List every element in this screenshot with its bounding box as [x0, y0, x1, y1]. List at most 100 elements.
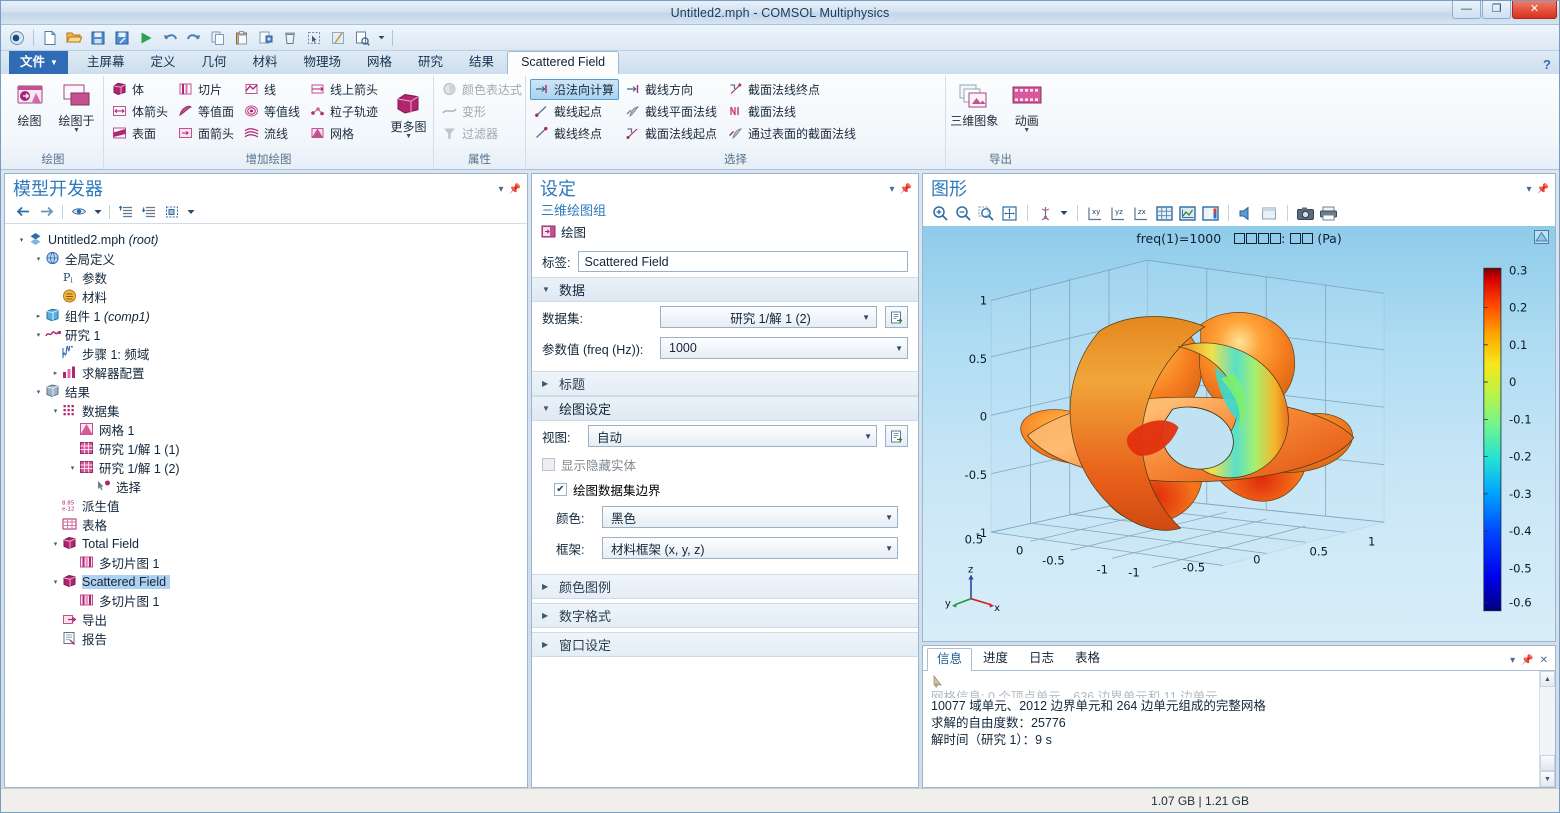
- snapshot-icon[interactable]: [1295, 203, 1316, 224]
- cut-line-start-button[interactable]: 截线起点: [530, 101, 619, 122]
- expand-all-icon[interactable]: [139, 202, 159, 221]
- tab-physics[interactable]: 物理场: [291, 51, 355, 74]
- cut-plane-normal-start-button[interactable]: 截面法线起点: [621, 123, 722, 144]
- tab-study[interactable]: 研究: [405, 51, 456, 74]
- mesh-plot-button[interactable]: 网格: [306, 123, 383, 144]
- tab-definitions[interactable]: 定义: [137, 51, 188, 74]
- panel-menu-icon[interactable]: ▾: [1510, 655, 1515, 666]
- tree-node[interactable]: ▾ 数据集: [9, 401, 527, 420]
- tree-node[interactable]: ▾ 研究 1/解 1 (2): [9, 458, 527, 477]
- panel-menu-icon[interactable]: ▾: [890, 184, 895, 195]
- zoom-box-icon[interactable]: [976, 203, 997, 224]
- tree-node[interactable]: ▾ Untitled2.mph (root): [9, 230, 527, 249]
- plot-dataset-edges-row[interactable]: ✔ 绘图数据集边界: [532, 477, 918, 502]
- particle-trajectories-button[interactable]: 粒子轨迹: [306, 101, 383, 122]
- tab-home[interactable]: 主屏幕: [74, 51, 138, 74]
- model-tree[interactable]: ▾ Untitled2.mph (root) ▾ 全局定义 Pi 参数 材料 ▸ 组件 1 (c…: [5, 224, 527, 787]
- collapse-all-icon[interactable]: [116, 202, 136, 221]
- tab-table[interactable]: 表格: [1065, 647, 1110, 670]
- image-3d-button[interactable]: 三维图象: [950, 79, 999, 128]
- scene-light-icon[interactable]: [1236, 203, 1257, 224]
- tree-node[interactable]: Pi 参数: [9, 268, 527, 287]
- panel-menu-icon[interactable]: ▾: [499, 184, 504, 195]
- new-icon[interactable]: [39, 28, 61, 48]
- arrow-line-button[interactable]: 线上箭头: [306, 79, 383, 100]
- tree-node[interactable]: 多切片图 1: [9, 553, 527, 572]
- scroll-track[interactable]: [1540, 687, 1555, 755]
- expand-arrow-icon[interactable]: ▾: [49, 407, 62, 415]
- pin-icon[interactable]: 📌: [900, 184, 912, 195]
- message-text[interactable]: 网格信息: 0 个顶点单元、636 边界单元和 11 边单元 10077 域单元…: [923, 671, 1539, 787]
- expand-arrow-icon[interactable]: ▾: [49, 578, 62, 586]
- cut-line-end-button[interactable]: 截线终点: [530, 123, 619, 144]
- filter-button[interactable]: 过滤器: [438, 123, 527, 144]
- legend-icon[interactable]: [1200, 203, 1221, 224]
- back-icon[interactable]: [13, 202, 33, 221]
- print-icon[interactable]: [1318, 203, 1339, 224]
- section-header-window-settings[interactable]: ▶ 窗口设定: [532, 632, 918, 657]
- animation-button[interactable]: 动画 ▼: [1003, 79, 1052, 134]
- tree-node[interactable]: 导出: [9, 610, 527, 629]
- plot-in-button[interactable]: 绘图于 ▼: [54, 79, 99, 134]
- cut-plane-through-surface-button[interactable]: 通过表面的截面法线: [724, 123, 861, 144]
- expand-arrow-icon[interactable]: ▾: [66, 464, 79, 472]
- cut-plane-normal-button[interactable]: 截线平面法线: [621, 101, 722, 122]
- expand-arrow-icon[interactable]: ▾: [49, 540, 62, 548]
- tree-node[interactable]: ▾ Total Field: [9, 534, 527, 553]
- dataset-goto-button[interactable]: [885, 306, 908, 328]
- deformation-button[interactable]: 变形: [438, 101, 527, 122]
- view-dropdown[interactable]: 自动 ▼: [588, 425, 877, 447]
- message-scrollbar[interactable]: ▲ ▼: [1539, 671, 1555, 787]
- collapse-arrow-icon[interactable]: ▸: [32, 312, 45, 320]
- expand-arrow-icon[interactable]: ▾: [15, 236, 28, 244]
- forward-icon[interactable]: [36, 202, 56, 221]
- open-icon[interactable]: [63, 28, 85, 48]
- label-input[interactable]: [578, 251, 908, 272]
- compute-icon[interactable]: [135, 28, 157, 48]
- scroll-down-button[interactable]: ▼: [1540, 771, 1555, 787]
- show-icon[interactable]: [69, 202, 89, 221]
- transparency-dropdown-icon[interactable]: [1058, 203, 1070, 224]
- copy-icon[interactable]: [207, 28, 229, 48]
- tab-scattered-field[interactable]: Scattered Field: [507, 51, 620, 74]
- tree-node[interactable]: 表格: [9, 515, 527, 534]
- paste-icon[interactable]: [231, 28, 253, 48]
- show-hidden-checkbox[interactable]: [542, 458, 555, 471]
- evaluate-normal-button[interactable]: 沿法向计算: [530, 79, 620, 100]
- tree-node[interactable]: ▾ 全局定义: [9, 249, 527, 268]
- tab-log[interactable]: 日志: [1019, 647, 1064, 670]
- tab-file[interactable]: 文件 ▼: [9, 51, 68, 74]
- volume-button[interactable]: 体: [108, 79, 173, 100]
- section-header-color-legend[interactable]: ▶ 颜色图例: [532, 574, 918, 599]
- ribbon-help-icon[interactable]: ?: [1543, 57, 1551, 72]
- delete-icon[interactable]: [279, 28, 301, 48]
- tab-messages[interactable]: 信息: [927, 648, 973, 671]
- panel-menu-icon[interactable]: ▾: [1527, 184, 1532, 195]
- tab-results[interactable]: 结果: [456, 51, 507, 74]
- expand-arrow-icon[interactable]: ▾: [32, 331, 45, 339]
- expand-arrow-icon[interactable]: ▾: [32, 388, 45, 396]
- tree-node[interactable]: ▾ Scattered Field: [9, 572, 527, 591]
- plot-button[interactable]: 绘图: [7, 79, 52, 128]
- section-header-data[interactable]: ▼ 数据: [532, 277, 918, 302]
- plot-dataset-edges-checkbox[interactable]: ✔: [554, 483, 567, 496]
- section-header-plot-settings[interactable]: ▼ 绘图设定: [532, 396, 918, 421]
- color-dropdown[interactable]: 黑色 ▼: [602, 506, 898, 528]
- axis-icon[interactable]: [1177, 203, 1198, 224]
- pin-icon[interactable]: 📌: [1521, 655, 1533, 666]
- save-as-icon[interactable]: [111, 28, 133, 48]
- tab-mesh[interactable]: 网格: [354, 51, 405, 74]
- root-node-icon[interactable]: [162, 202, 182, 221]
- tree-node[interactable]: ▸ 组件 1 (comp1): [9, 306, 527, 325]
- chevron-down-icon[interactable]: ▼: [1023, 127, 1030, 134]
- zoom-in-icon[interactable]: [930, 203, 951, 224]
- chevron-down-icon[interactable]: ▼: [73, 127, 80, 134]
- graphics-canvas[interactable]: freq(1)=1000 : (Pa) 1 0.5 0 -0.5 -1 0.5 …: [923, 226, 1555, 641]
- color-expression-button[interactable]: 颜色表达式: [438, 79, 527, 100]
- root-dropdown-icon[interactable]: [185, 202, 196, 221]
- app-menu-icon[interactable]: [6, 28, 28, 48]
- streamline-button[interactable]: 流线: [240, 123, 305, 144]
- tree-node[interactable]: 步骤 1: 频域: [9, 344, 527, 363]
- dropdown-icon[interactable]: [375, 28, 387, 48]
- frame-dropdown[interactable]: 材料框架 (x, y, z) ▼: [602, 537, 898, 559]
